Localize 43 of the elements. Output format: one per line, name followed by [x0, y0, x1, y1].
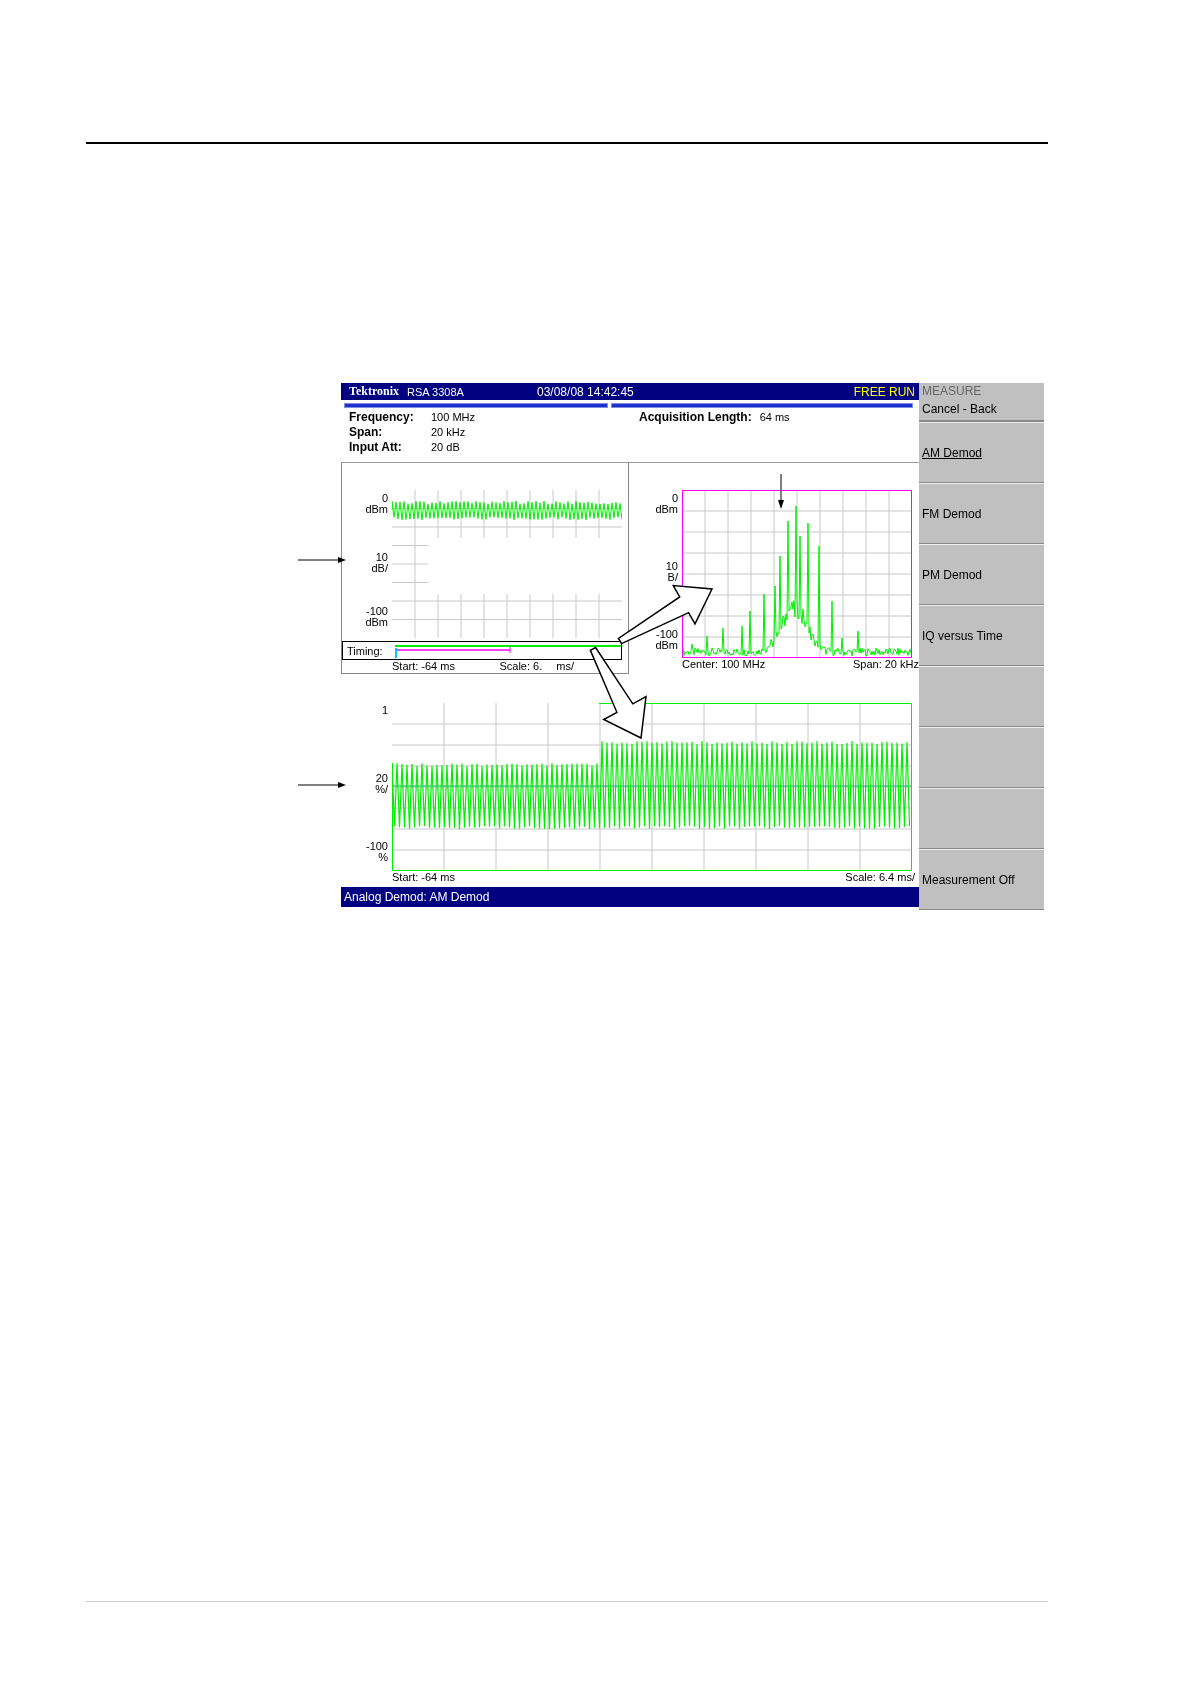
date-time: 03/08/08 14:42:45	[537, 384, 635, 399]
scale-label: Scale: 6.	[499, 660, 543, 673]
status-bar: Analog Demod: AM Demod	[341, 887, 919, 907]
setting-label: Acquisition Length:	[639, 410, 752, 425]
center-label: Center: 100 MHz	[682, 658, 766, 671]
menu-title: MEASURE	[922, 383, 983, 400]
setting-label: Input Att:	[349, 440, 403, 455]
start-label: Start: -64 ms	[392, 660, 455, 673]
axis-tick-label: 20 %/	[375, 773, 388, 795]
setting-value: 20 kHz	[431, 425, 467, 440]
start-label: Start: -64 ms	[392, 871, 455, 884]
run-status: FREE RUN	[853, 384, 915, 399]
setting-value: 20 dB	[431, 440, 461, 455]
setting-label: Frequency:	[349, 410, 415, 425]
setting-label: Span:	[349, 425, 384, 440]
scale-label: ms/	[556, 660, 574, 673]
axis-tick-label: 10 B/	[665, 561, 678, 583]
timing-label: Timing:	[346, 644, 384, 657]
softkey[interactable]: Measurement Off	[919, 849, 1044, 910]
softkey[interactable]: FM Demod	[919, 483, 1044, 544]
blank-softkey[interactable]	[919, 788, 1044, 849]
softkey[interactable]: PM Demod	[919, 544, 1044, 605]
scale-label: Scale: 6.4 ms/	[845, 871, 915, 884]
span-label: Span: 20 kHz	[852, 658, 919, 671]
axis-tick-label: 0 dBm	[365, 493, 388, 515]
setting-value: 64 ms	[759, 410, 790, 425]
axis-tick-label: 10 dB/	[371, 552, 388, 574]
blank-softkey[interactable]	[919, 666, 1044, 727]
axis-tick-label: -100 dBm	[655, 629, 678, 651]
pointer-arrow	[778, 473, 784, 509]
pointer-arrow	[297, 557, 346, 563]
axis-tick-label: -100 dBm	[365, 606, 388, 628]
setting-value: 100 MHz	[431, 410, 477, 425]
cancel-back-key[interactable]: Cancel - Back	[922, 400, 1044, 418]
axis-tick-label: 1	[381, 705, 388, 716]
axis-tick-label: -100 %	[365, 841, 388, 863]
softkey[interactable]: IQ versus Time	[919, 605, 1044, 666]
blank-softkey[interactable]	[919, 727, 1044, 788]
model-name: RSA 3308A	[407, 385, 465, 398]
brand-name: Tektronix	[349, 384, 399, 399]
softkey[interactable]: AM Demod	[919, 422, 1044, 483]
pointer-arrow	[297, 782, 346, 788]
axis-tick-label: 0 dBm	[655, 493, 678, 515]
